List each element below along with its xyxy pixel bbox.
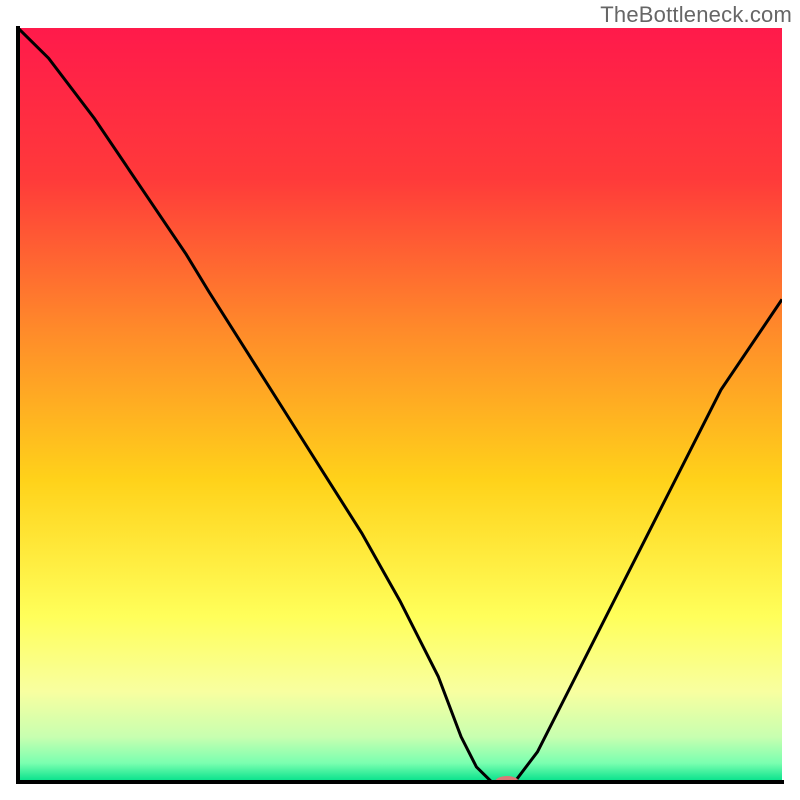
- watermark-text: TheBottleneck.com: [600, 2, 792, 28]
- plot-area: [16, 26, 784, 788]
- gradient-background: [18, 28, 782, 782]
- chart-container: TheBottleneck.com: [0, 0, 800, 800]
- bottleneck-chart: [0, 0, 800, 800]
